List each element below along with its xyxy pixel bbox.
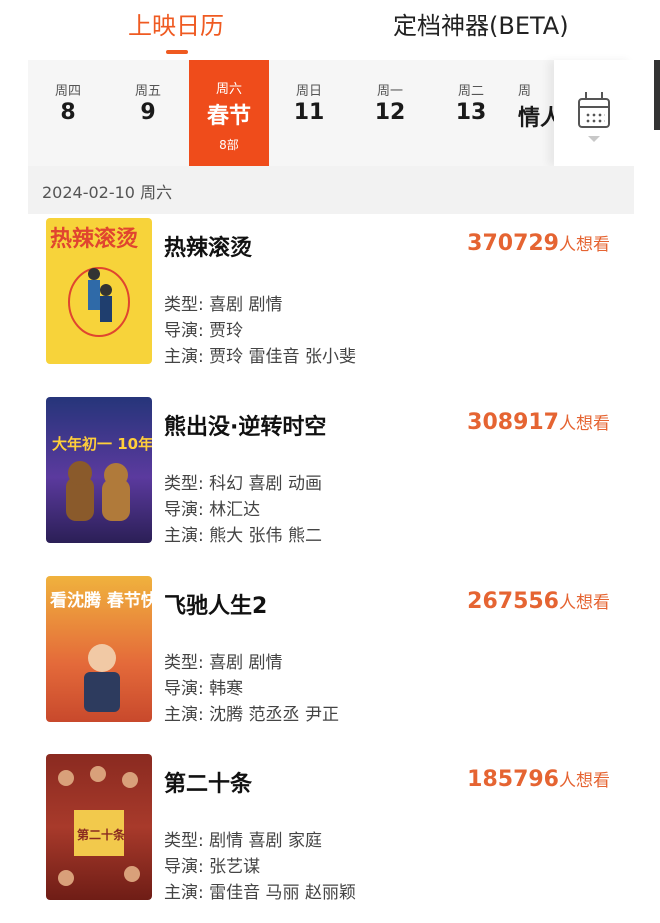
want-number: 185796 bbox=[467, 767, 559, 792]
genre-label: 类型: bbox=[164, 831, 204, 851]
date-item[interactable]: 周二 13 bbox=[431, 60, 511, 166]
movie-item[interactable]: 大年初一 10年之约 熊出没·逆转时空 308917人想看 类型: 科幻 喜剧 … bbox=[28, 397, 634, 547]
movie-director: 导演: 韩寒 bbox=[164, 674, 243, 699]
date-day: 9 bbox=[140, 100, 156, 125]
director-value: 贾玲 bbox=[209, 321, 244, 341]
date-item[interactable]: 周日 11 bbox=[269, 60, 349, 166]
date-section-header: 2024-02-10 周六 bbox=[28, 166, 634, 214]
want-to-see-count: 267556人想看 bbox=[467, 588, 610, 614]
want-unit: 人想看 bbox=[559, 593, 610, 613]
director-value: 韩寒 bbox=[209, 679, 244, 699]
director-value: 林汇达 bbox=[209, 500, 261, 520]
movie-poster[interactable]: 看沈腾 春节快乐 bbox=[46, 576, 152, 722]
director-label: 导演: bbox=[164, 321, 204, 341]
date-item[interactable]: 周四 8 bbox=[28, 60, 108, 166]
tab-active-indicator bbox=[166, 50, 188, 54]
movie-item[interactable]: 热辣滚烫 热辣滚烫 370729人想看 类型: 喜剧 剧情 导演: 贾玲 主演:… bbox=[28, 218, 634, 368]
want-unit: 人想看 bbox=[559, 771, 610, 791]
cast-label: 主演: bbox=[164, 526, 204, 546]
cast-value: 熊大 张伟 熊二 bbox=[209, 526, 322, 546]
genre-value: 剧情 喜剧 家庭 bbox=[209, 831, 322, 851]
movie-cast: 主演: 熊大 张伟 熊二 bbox=[164, 521, 322, 546]
date-item[interactable]: 周一 12 bbox=[350, 60, 430, 166]
movie-genre: 类型: 科幻 喜剧 动画 bbox=[164, 469, 322, 494]
want-number: 267556 bbox=[467, 589, 559, 614]
movie-cast: 主演: 沈腾 范丞丞 尹正 bbox=[164, 700, 339, 725]
movie-cast: 主演: 雷佳音 马丽 赵丽颖 bbox=[164, 878, 356, 903]
genre-value: 喜剧 剧情 bbox=[209, 653, 283, 673]
cast-value: 雷佳音 马丽 赵丽颖 bbox=[209, 883, 356, 903]
date-weekday: 周五 bbox=[134, 84, 161, 99]
director-value: 张艺谋 bbox=[209, 857, 261, 877]
movie-title[interactable]: 热辣滚烫 bbox=[164, 230, 252, 262]
tab-schedule-tool[interactable]: 定档神器(BETA) bbox=[393, 6, 569, 41]
edge-bar bbox=[654, 60, 660, 130]
movie-cast: 主演: 贾玲 雷佳音 张小斐 bbox=[164, 342, 356, 367]
movie-director: 导演: 张艺谋 bbox=[164, 852, 260, 877]
date-item[interactable]: 周五 9 bbox=[108, 60, 188, 166]
calendar-icon bbox=[578, 98, 610, 128]
calendar-button[interactable] bbox=[554, 60, 634, 166]
movie-poster[interactable]: 第二十条 bbox=[46, 754, 152, 900]
date-item-selected[interactable]: 周六 春节 8部 bbox=[189, 60, 269, 166]
want-to-see-count: 185796人想看 bbox=[467, 766, 610, 792]
date-day: 8 bbox=[60, 100, 76, 125]
movie-director: 导演: 林汇达 bbox=[164, 495, 260, 520]
movie-poster[interactable]: 热辣滚烫 bbox=[46, 218, 152, 364]
date-weekday: 周一 bbox=[376, 84, 403, 99]
want-to-see-count: 308917人想看 bbox=[467, 409, 610, 435]
movie-genre: 类型: 喜剧 剧情 bbox=[164, 648, 283, 673]
date-day: 13 bbox=[455, 100, 487, 125]
genre-label: 类型: bbox=[164, 295, 204, 315]
date-weekday: 周二 bbox=[457, 84, 484, 99]
movie-item[interactable]: 第二十条 第二十条 185796人想看 类型: 剧情 喜剧 家庭 导演: 张艺谋… bbox=[28, 754, 634, 904]
date-weekday: 周六 bbox=[215, 82, 242, 97]
cast-value: 沈腾 范丞丞 尹正 bbox=[209, 705, 339, 725]
director-label: 导演: bbox=[164, 679, 204, 699]
cast-value: 贾玲 雷佳音 张小斐 bbox=[209, 347, 356, 367]
movie-director: 导演: 贾玲 bbox=[164, 316, 243, 341]
chevron-down-icon bbox=[588, 136, 600, 142]
date-day: 12 bbox=[374, 100, 406, 125]
date-header-label: 2024-02-10 周六 bbox=[42, 183, 173, 202]
movie-title[interactable]: 第二十条 bbox=[164, 766, 252, 798]
date-movie-count: 8部 bbox=[219, 138, 239, 152]
poster-lettering: 大年初一 10年之约 bbox=[52, 435, 152, 453]
movie-item[interactable]: 看沈腾 春节快乐 飞驰人生2 267556人想看 类型: 喜剧 剧情 导演: 韩… bbox=[28, 576, 634, 726]
movie-title[interactable]: 飞驰人生2 bbox=[164, 588, 267, 620]
want-unit: 人想看 bbox=[559, 414, 610, 434]
top-tab-bar: 上映日历 定档神器(BETA) bbox=[0, 0, 660, 56]
poster-lettering: 热辣滚烫 bbox=[50, 226, 138, 252]
movie-genre: 类型: 剧情 喜剧 家庭 bbox=[164, 826, 322, 851]
want-number: 370729 bbox=[467, 231, 559, 256]
cast-label: 主演: bbox=[164, 705, 204, 725]
tab-release-calendar[interactable]: 上映日历 bbox=[128, 6, 224, 41]
genre-label: 类型: bbox=[164, 653, 204, 673]
director-label: 导演: bbox=[164, 857, 204, 877]
director-label: 导演: bbox=[164, 500, 204, 520]
movie-genre: 类型: 喜剧 剧情 bbox=[164, 290, 283, 315]
date-day: 春节 bbox=[206, 104, 251, 129]
date-strip: 周四 8 周五 9 周六 春节 8部 周日 11 周一 12 周二 13 周 情… bbox=[28, 60, 634, 166]
genre-value: 喜剧 剧情 bbox=[209, 295, 283, 315]
date-day: 11 bbox=[293, 100, 325, 125]
cast-label: 主演: bbox=[164, 347, 204, 367]
poster-lettering: 第二十条 bbox=[77, 827, 126, 842]
date-weekday: 周四 bbox=[54, 84, 81, 99]
cast-label: 主演: bbox=[164, 883, 204, 903]
genre-value: 科幻 喜剧 动画 bbox=[209, 474, 322, 494]
want-number: 308917 bbox=[467, 410, 559, 435]
date-weekday: 周日 bbox=[295, 84, 322, 99]
genre-label: 类型: bbox=[164, 474, 204, 494]
poster-lettering: 看沈腾 春节快乐 bbox=[49, 590, 152, 611]
want-unit: 人想看 bbox=[559, 235, 610, 255]
movie-title[interactable]: 熊出没·逆转时空 bbox=[164, 409, 326, 441]
movie-poster[interactable]: 大年初一 10年之约 bbox=[46, 397, 152, 543]
want-to-see-count: 370729人想看 bbox=[467, 230, 610, 256]
